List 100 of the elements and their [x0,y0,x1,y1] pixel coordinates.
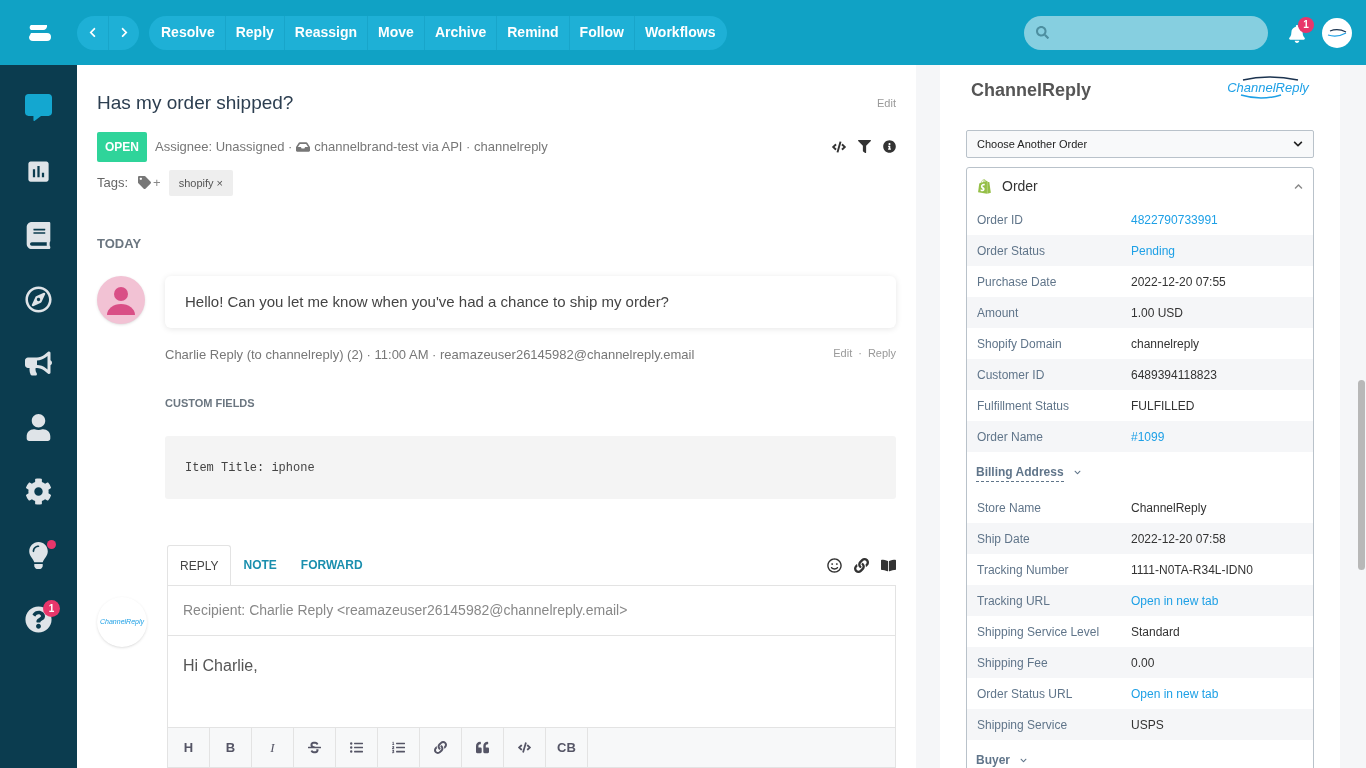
order-select[interactable]: Choose Another Order [966,130,1314,158]
field-value: ChannelReply [1131,499,1207,517]
caret-icon [1073,468,1081,476]
format-button[interactable]: H [168,728,210,767]
field-label: Shipping Fee [977,654,1049,672]
megaphone-icon[interactable] [25,350,52,377]
inbox-icon [296,139,311,154]
account-avatar[interactable] [1322,17,1352,48]
conversation-title: Has my order shipped? [97,91,294,115]
field-value: 6489394118823 [1131,366,1217,384]
collapse-icon[interactable] [1294,181,1303,191]
field-label: Customer ID [977,366,1046,384]
field-value: 2022-12-20 07:58 [1131,530,1226,548]
field-value: Standard [1131,623,1180,641]
message-bubble: Hello! Can you let me know when you've had a chance to ship my order? [165,275,896,328]
tags-label: Tags: [97,174,129,192]
link-icon [434,741,447,754]
search-field[interactable] [1024,15,1268,50]
section-toggle[interactable]: Billing Address [976,462,1064,482]
info-icon[interactable] [883,139,896,153]
action-button[interactable]: Remind [496,15,569,50]
message-editor[interactable]: Hi Charlie, [168,636,895,727]
day-heading: TODAY [97,235,143,253]
field-label: Purchase Date [977,273,1058,291]
field-link[interactable]: Open in new tab [1131,684,1219,703]
caret-icon [1020,756,1027,764]
field-value: 2022-12-20 07:55 [1131,273,1226,291]
action-button[interactable]: Workflows [633,15,726,50]
field-label: Fulfillment Status [977,397,1071,415]
action-button[interactable]: Resolve [151,15,225,50]
section-toggle[interactable]: Buyer [976,750,1010,768]
chart-icon[interactable] [25,158,52,185]
link-icon[interactable] [854,558,869,573]
compass-icon[interactable] [25,286,52,313]
code-icon [518,741,531,754]
tag-chip[interactable]: shopify × [168,169,233,196]
action-button[interactable]: Reply [224,15,284,50]
field-label: Tracking Number [977,561,1070,579]
channel-text: channelbrand-test via API · channelreply [314,137,548,156]
action-button[interactable]: Archive [423,15,497,50]
back-icon [87,27,98,38]
separator-dot: · [858,346,862,361]
field-value: USPS [1131,716,1164,734]
format-button[interactable]: I [252,728,294,767]
edit-link[interactable]: Edit [877,95,896,112]
action-button[interactable]: Move [367,15,424,50]
filter-icon[interactable] [858,139,871,153]
recipient-field[interactable]: Recipient: Charlie Reply <reamazeuser26145982@channelreply.email> [168,586,895,636]
numbered-list-icon [392,741,405,754]
logo-icon [26,22,51,43]
shopify-bag-icon [977,178,992,194]
field-value: 1.00 USD [1131,304,1184,322]
panel-title: ChannelReply [971,79,1092,102]
format-button[interactable]: CB [546,728,588,767]
add-tag-button[interactable]: + [153,173,161,193]
field-value: channelreply [1131,335,1200,353]
field-label: Order Name [977,428,1045,446]
tag-icon [138,176,152,190]
order-heading: Order [1002,176,1038,196]
book-icon[interactable] [25,222,52,249]
field-link[interactable]: #1099 [1131,427,1165,446]
field-value: FULFILLED [1131,397,1195,415]
field-link[interactable]: Pending [1131,241,1176,260]
gear-icon[interactable] [25,478,52,505]
reply-link[interactable]: Reply [867,345,896,365]
field-label: Ship Date [977,530,1031,548]
field-label: Shopify Domain [977,335,1063,353]
code-icon[interactable] [832,139,846,154]
bullet-list-icon [350,741,363,754]
field-label: Amount [977,304,1020,322]
chat-bubble-icon[interactable] [25,94,52,121]
brand-logo: ChannelReply [1228,75,1308,100]
strikethrough-icon [308,741,321,754]
field-label: Shipping Service [977,716,1069,734]
assignee-text: Assignee: Unassigned · [155,137,293,156]
action-button[interactable]: Reassign [283,15,368,50]
notifications-icon[interactable] [1288,24,1306,43]
message-meta: Charlie Reply (to channelreply) (2) · 11:00 AM · reamazeuser26145982@channelreply.email [165,346,695,364]
status-badge: OPEN [97,131,147,162]
emoji-icon[interactable] [827,558,842,573]
field-value: 1111-N0TA-R34L-IDN0 [1131,561,1253,579]
custom-fields-block: Item Title: iphone [165,436,896,499]
person-icon[interactable] [25,414,52,441]
composer-tab[interactable]: NOTE [231,545,289,585]
scrollbar-thumb[interactable] [1358,380,1365,570]
field-label: Shipping Service Level [977,623,1101,641]
action-button[interactable]: Follow [568,15,634,50]
customer-avatar [97,275,145,324]
edit-link[interactable]: Edit [833,345,853,365]
composer-tab[interactable]: FORWARD [288,545,375,585]
field-link[interactable]: Open in new tab [1131,591,1219,610]
field-label: Store Name [977,499,1043,517]
field-link[interactable]: 4822790733991 [1131,210,1218,229]
book-icon[interactable] [881,558,896,573]
composer-tab[interactable]: REPLY [167,545,232,585]
field-value: 0.00 [1131,654,1155,672]
notification-badge: 1 [1298,16,1314,33]
quote-icon [476,741,489,754]
custom-fields-heading: CUSTOM FIELDS [165,395,256,411]
format-button[interactable]: B [210,728,252,767]
